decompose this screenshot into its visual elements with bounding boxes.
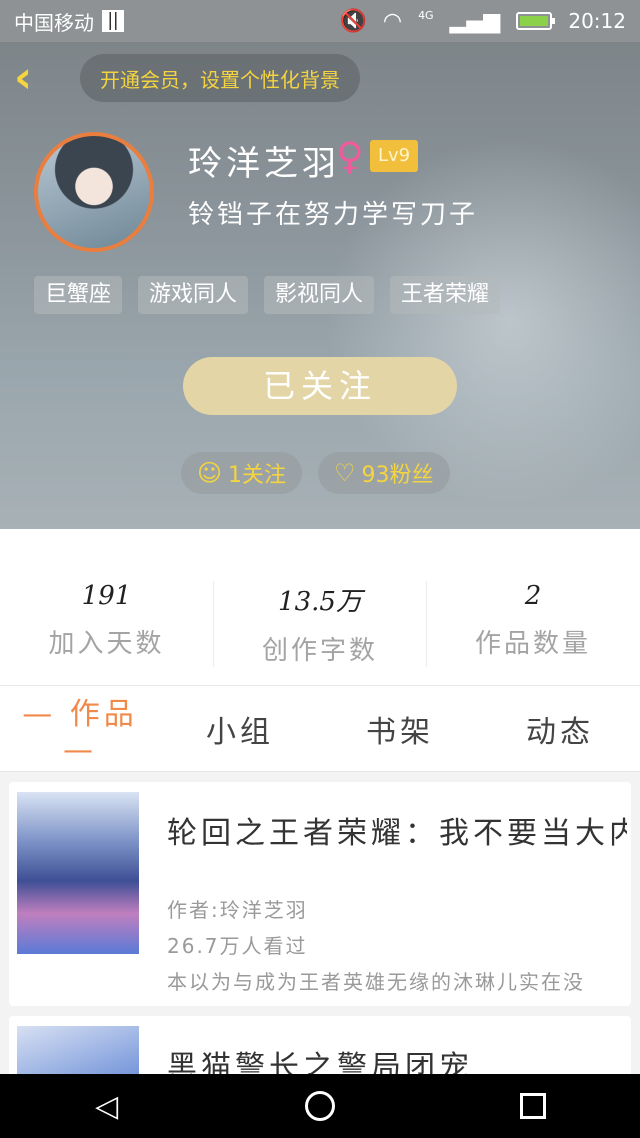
stat-value: 191 <box>81 581 132 611</box>
navigation-bar: ◁ <box>0 1074 640 1138</box>
stat-word-count: 13.5万 创作字数 <box>213 581 426 667</box>
carrier-label: 中国移动 <box>14 10 94 35</box>
stat-label: 加入天数 <box>48 629 165 659</box>
mute-icon: 🔇 <box>339 8 367 34</box>
work-title[interactable]: 黑猫警长之警局团宠 <box>167 1042 627 1074</box>
tab-bar: — 作品 — 小组 书架 动态 <box>0 686 640 772</box>
follow-button[interactable]: 已关注 <box>183 357 457 415</box>
work-title[interactable]: 轮回之王者荣耀：我不要当大内 <box>167 808 627 852</box>
work-card[interactable]: 轮回之王者荣耀：我不要当大内 作者:玲洋芝羽 26.7万人看过 本以为与成为王者… <box>9 782 631 1006</box>
tag[interactable]: 游戏同人 <box>138 276 249 314</box>
stat-join-days: 191 加入天数 <box>0 581 213 667</box>
nav-recents-button[interactable] <box>503 1093 563 1119</box>
stat-work-count: 2 作品数量 <box>426 581 639 667</box>
tab-works[interactable]: — 作品 — <box>0 689 160 768</box>
nav-back-icon[interactable]: ◁ <box>77 1089 137 1124</box>
network-type: 4G <box>418 8 434 22</box>
female-icon: ♀ <box>336 134 364 178</box>
tab-bookshelf[interactable]: 书架 <box>320 707 480 751</box>
nav-home-button[interactable] <box>290 1091 350 1121</box>
tag-list: 巨蟹座 游戏同人 影视同人 王者荣耀 <box>34 276 501 314</box>
wifi-icon: ◠ <box>382 8 403 34</box>
heart-icon: ♡ <box>334 459 356 487</box>
fans-count: 93粉丝 <box>361 463 434 488</box>
work-author: 作者:玲洋芝羽 <box>167 898 308 922</box>
avatar[interactable] <box>34 132 154 252</box>
following-count: 1关注 <box>228 463 287 488</box>
book-cover[interactable] <box>17 792 139 954</box>
vip-banner-button[interactable]: 开通会员，设置个性化背景 <box>80 54 360 102</box>
tab-groups[interactable]: 小组 <box>160 707 320 751</box>
work-card[interactable]: 黑猫警长之警局团宠 <box>9 1016 631 1074</box>
work-views: 26.7万人看过 <box>167 934 308 958</box>
social-counts: ☺ 1关注 ♡ 93粉丝 <box>181 452 450 494</box>
stats-panel: 191 加入天数 13.5万 创作字数 2 作品数量 <box>0 529 640 686</box>
tag[interactable]: 影视同人 <box>264 276 375 314</box>
user-signature: 铃铛子在努力学写刀子 <box>188 200 479 230</box>
tab-activity[interactable]: 动态 <box>480 707 640 751</box>
tag[interactable]: 王者荣耀 <box>390 276 501 314</box>
battery-icon <box>516 12 556 30</box>
status-bar: 中国移动 🔇 ◠ 4G ▂▄▆ 20:12 <box>0 0 640 42</box>
clock: 20:12 <box>568 9 626 33</box>
home-icon <box>304 1091 335 1121</box>
fans-button[interactable]: ♡ 93粉丝 <box>318 452 450 494</box>
tag[interactable]: 巨蟹座 <box>34 276 123 314</box>
profile-header: ‹ 开通会员，设置个性化背景 玲洋芝羽 ♀ Lv9 铃铛子在努力学写刀子 巨蟹座… <box>0 42 640 529</box>
stat-value: 2 <box>524 581 542 611</box>
add-user-icon: ☺ <box>197 459 223 487</box>
signal-icon: ▂▄▆ <box>449 8 501 34</box>
back-icon[interactable]: ‹ <box>14 56 54 100</box>
stat-value: 13.5万 <box>278 587 362 617</box>
following-button[interactable]: ☺ 1关注 <box>181 452 303 494</box>
works-list: 轮回之王者荣耀：我不要当大内 作者:玲洋芝羽 26.7万人看过 本以为与成为王者… <box>0 772 640 1074</box>
app-notification-icon <box>102 10 124 32</box>
stat-label: 作品数量 <box>474 629 591 659</box>
user-name: 玲洋芝羽 <box>188 144 340 184</box>
stat-label: 创作字数 <box>261 636 378 666</box>
work-summary: 本以为与成为王者英雄无缘的沐琳儿实在没 <box>167 970 585 994</box>
recents-icon <box>520 1093 547 1119</box>
level-badge: Lv9 <box>370 140 419 172</box>
book-cover[interactable] <box>17 1026 139 1074</box>
